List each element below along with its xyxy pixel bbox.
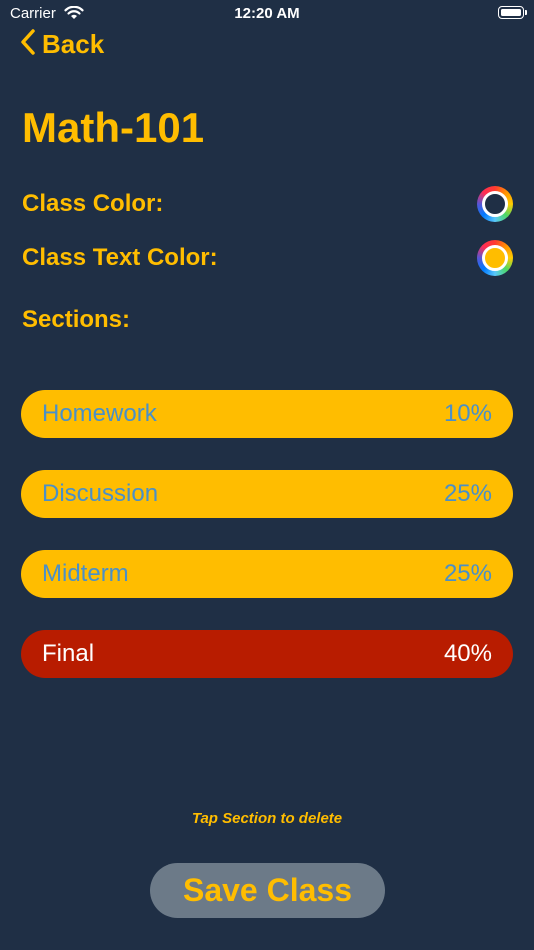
class-text-color-label: Class Text Color: bbox=[22, 244, 218, 271]
section-percent: 25% bbox=[443, 560, 492, 587]
page-title: Math-101 bbox=[22, 104, 205, 151]
section-name: Final bbox=[42, 640, 95, 667]
section-percent: 40% bbox=[443, 640, 492, 667]
section-midterm[interactable]: Midterm 25% bbox=[21, 550, 513, 598]
section-discussion[interactable]: Discussion 25% bbox=[21, 470, 513, 518]
back-label: Back bbox=[42, 28, 105, 59]
section-final[interactable]: Final 40% bbox=[21, 630, 513, 678]
class-color-swatch bbox=[482, 191, 508, 217]
battery-icon bbox=[498, 6, 527, 19]
chevron-left-icon bbox=[20, 28, 36, 60]
back-button[interactable]: Back bbox=[20, 28, 104, 60]
section-percent: 10% bbox=[443, 400, 492, 427]
sections-heading: Sections: bbox=[22, 306, 131, 333]
status-bar: Carrier 12:20 AM bbox=[0, 0, 534, 30]
save-class-button[interactable]: Save Class bbox=[150, 863, 385, 918]
class-text-color-swatch bbox=[482, 245, 508, 271]
section-homework[interactable]: Homework 10% bbox=[21, 390, 513, 438]
section-percent: 25% bbox=[443, 480, 492, 507]
class-color-picker[interactable] bbox=[477, 186, 513, 222]
class-text-color-picker[interactable] bbox=[477, 240, 513, 276]
delete-hint: Tap Section to delete bbox=[191, 810, 343, 827]
clock: 12:20 AM bbox=[234, 5, 300, 22]
section-name: Discussion bbox=[42, 480, 159, 507]
section-name: Homework bbox=[42, 400, 157, 427]
section-name: Midterm bbox=[42, 560, 129, 587]
class-color-label: Class Color: bbox=[22, 190, 164, 217]
